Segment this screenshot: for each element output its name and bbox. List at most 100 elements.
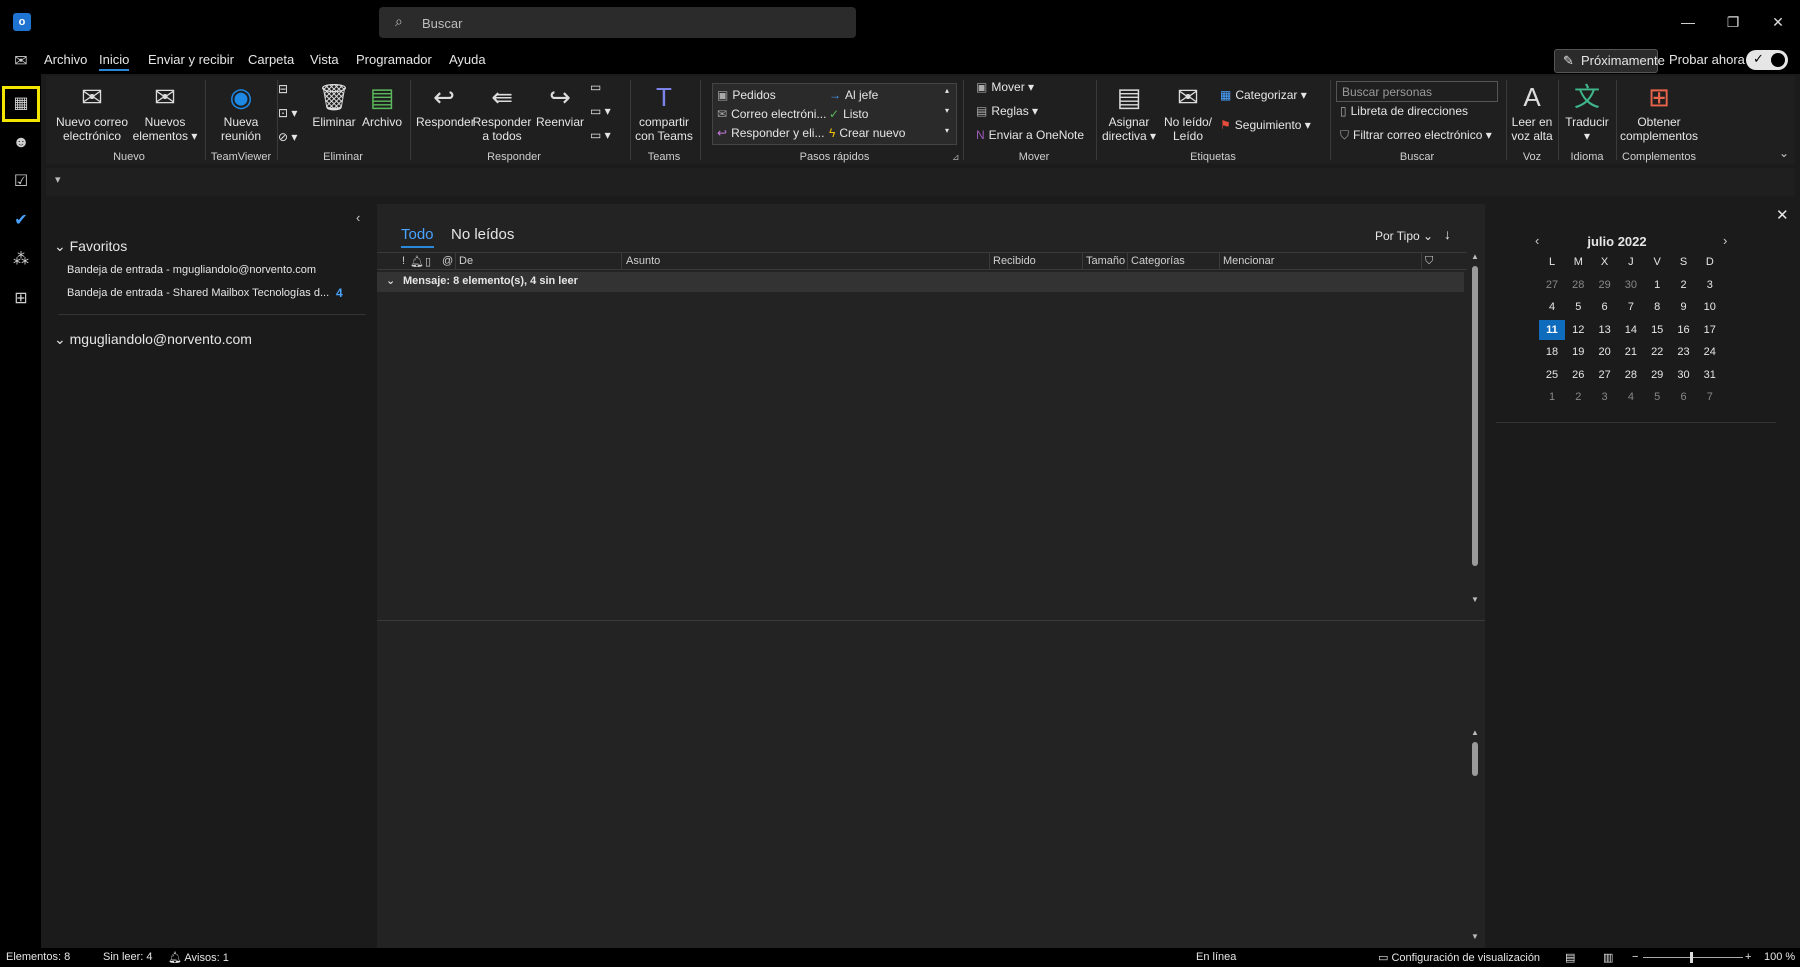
filter-email-button[interactable]: ⛉ Filtrar correo electrónico ▾ xyxy=(1340,128,1492,143)
follow-up-button[interactable]: ⚑ Seguimiento ▾ xyxy=(1220,118,1311,132)
dialog-launcher-icon[interactable]: ⊿ xyxy=(952,152,960,163)
calendar-day[interactable]: 16 xyxy=(1671,320,1697,340)
calendar-day[interactable]: 14 xyxy=(1618,320,1644,340)
calendar-day[interactable]: 20 xyxy=(1592,342,1618,362)
scroll-up-arrow[interactable]: ▲ xyxy=(1470,728,1480,737)
junk-icon[interactable]: ⊘ ▾ xyxy=(278,130,297,144)
gallery-expand[interactable]: ▾ xyxy=(945,126,949,135)
new-outlook-toggle[interactable]: ✓ xyxy=(1746,50,1788,70)
col-categories[interactable]: Categorías xyxy=(1131,255,1185,267)
apps-icon[interactable]: ⊞ xyxy=(9,287,33,311)
reading-pane-scrollbar[interactable]: ▲ ▼ xyxy=(1470,724,1480,944)
col-mention[interactable]: Mencionar xyxy=(1223,255,1274,267)
calendar-day[interactable]: 18 xyxy=(1539,342,1565,362)
favorites-header[interactable]: ⌄ Favoritos xyxy=(54,238,127,255)
search-input[interactable]: ⌕ Buscar xyxy=(379,7,856,38)
calendar-day[interactable]: 28 xyxy=(1565,275,1591,295)
quickstep-al-jefe[interactable]: → Al jefe xyxy=(829,88,878,102)
menu-vista[interactable]: Vista xyxy=(310,52,339,67)
display-settings-button[interactable]: ▭ Configuración de visualización xyxy=(1378,951,1540,964)
scroll-thumb[interactable] xyxy=(1472,266,1478,566)
calendar-day[interactable]: 3 xyxy=(1592,387,1618,407)
meeting-reply-icon[interactable]: ▭ xyxy=(590,80,601,94)
calendar-day[interactable]: 30 xyxy=(1671,365,1697,385)
col-size[interactable]: Tamaño xyxy=(1086,255,1125,267)
calendar-day[interactable]: 5 xyxy=(1644,387,1670,407)
calendar-day[interactable]: 11 xyxy=(1539,319,1565,340)
menu-programador[interactable]: Programador xyxy=(356,52,432,67)
scroll-thumb[interactable] xyxy=(1472,742,1478,776)
scroll-down-arrow[interactable]: ▼ xyxy=(1470,595,1480,604)
calendar-day[interactable]: 2 xyxy=(1565,387,1591,407)
delete-button[interactable]: 🗑 Eliminar xyxy=(310,82,358,129)
calendar-day[interactable]: 9 xyxy=(1671,297,1697,317)
reading-pane-divider[interactable] xyxy=(377,620,1485,621)
groups-icon[interactable]: ⁂ xyxy=(9,248,33,272)
normal-view-icon[interactable]: ▤ xyxy=(1565,951,1575,964)
calendar-day[interactable]: 30 xyxy=(1618,275,1644,295)
scroll-down-arrow[interactable]: ▼ xyxy=(1470,932,1480,941)
col-subject[interactable]: Asunto xyxy=(626,255,660,267)
unread-read-button[interactable]: ✉ No leído/ Leído xyxy=(1160,82,1216,143)
forward-button[interactable]: ↪ Reenviar xyxy=(532,82,588,129)
message-list-scrollbar[interactable]: ▲ ▼ xyxy=(1470,252,1480,607)
calendar-day[interactable]: 29 xyxy=(1592,275,1618,295)
calendar-day[interactable]: 27 xyxy=(1592,365,1618,385)
sort-direction-icon[interactable]: ↓ xyxy=(1444,226,1451,242)
account-header[interactable]: ⌄ mgugliandolo@norvento.com xyxy=(54,331,252,348)
archive-button[interactable]: ▤ Archivo xyxy=(358,82,406,129)
todo-icon[interactable]: ✔ xyxy=(9,209,33,233)
tab-unread[interactable]: No leídos xyxy=(451,226,514,243)
calendar-day[interactable]: 17 xyxy=(1697,320,1723,340)
calendar-day[interactable]: 24 xyxy=(1697,342,1723,362)
calendar-day[interactable]: 15 xyxy=(1644,320,1670,340)
zoom-in-icon[interactable]: + xyxy=(1745,951,1751,963)
im-reply-icon[interactable]: ▭ ▾ xyxy=(590,104,611,118)
calendar-day[interactable]: 21 xyxy=(1618,342,1644,362)
reply-all-button[interactable]: ⇚ Responder a todos xyxy=(472,82,532,143)
onenote-button[interactable]: N Enviar a OneNote xyxy=(976,128,1084,142)
doc-icon[interactable]: ▯ xyxy=(425,255,431,268)
new-meeting-button[interactable]: ◉ Nueva reunión xyxy=(206,82,276,143)
col-importance[interactable]: ! xyxy=(402,255,405,267)
quickstep-crear-nuevo[interactable]: ϟ Crear nuevo xyxy=(829,126,905,140)
calendar-day[interactable]: 19 xyxy=(1565,342,1591,362)
search-people-input[interactable]: Buscar personas xyxy=(1336,81,1498,102)
close-icon[interactable]: ✕ xyxy=(1776,206,1789,224)
calendar-day[interactable]: 12 xyxy=(1565,320,1591,340)
calendar-day[interactable]: 3 xyxy=(1697,275,1723,295)
bell-icon[interactable]: 🔔︎ xyxy=(410,255,424,268)
ignore-icon[interactable]: ⊟ xyxy=(278,82,288,96)
zoom-out-icon[interactable]: − xyxy=(1632,951,1638,963)
calendar-day[interactable]: 1 xyxy=(1539,387,1565,407)
calendar-day[interactable]: 2 xyxy=(1671,275,1697,295)
more-reply-icon[interactable]: ▭ ▾ xyxy=(590,128,611,142)
calendar-day[interactable]: 6 xyxy=(1592,297,1618,317)
col-received[interactable]: Recibido xyxy=(993,255,1036,267)
calendar-day[interactable]: 7 xyxy=(1697,387,1723,407)
calendar-icon[interactable]: ▦ xyxy=(2,86,40,122)
quickstep-correo[interactable]: ✉ Correo electróni... xyxy=(717,107,826,121)
attachment-icon[interactable]: @ xyxy=(442,255,453,267)
calendar-day[interactable]: 13 xyxy=(1592,320,1618,340)
calendar-day[interactable]: 5 xyxy=(1565,297,1591,317)
close-window-button[interactable]: ✕ xyxy=(1768,12,1788,32)
quickstep-listo[interactable]: ✓ Listo xyxy=(829,107,868,121)
zoom-slider[interactable] xyxy=(1643,957,1743,958)
zoom-slider-thumb[interactable] xyxy=(1690,952,1693,963)
next-month-icon[interactable]: › xyxy=(1723,233,1727,248)
ribbon-expand-icon[interactable]: ⌄ xyxy=(1779,146,1789,160)
status-reminders[interactable]: 🔔︎ Avisos: 1 xyxy=(168,951,229,964)
mail-icon[interactable]: ✉ xyxy=(9,50,33,74)
menu-ayuda[interactable]: Ayuda xyxy=(449,52,486,67)
get-addins-button[interactable]: ⊞ Obtener complementos xyxy=(1618,82,1700,143)
calendar-day[interactable]: 1 xyxy=(1644,275,1670,295)
calendar-day[interactable]: 6 xyxy=(1671,387,1697,407)
calendar-day[interactable]: 23 xyxy=(1671,342,1697,362)
rules-button[interactable]: ▤ Reglas ▾ xyxy=(976,104,1038,118)
group-header-row[interactable]: ⌄ Mensaje: 8 elemento(s), 4 sin leer xyxy=(377,272,1464,292)
reading-view-icon[interactable]: ▥ xyxy=(1603,951,1613,964)
folder-inbox-personal[interactable]: Bandeja de entrada - mgugliandolo@norven… xyxy=(67,264,316,276)
calendar-day[interactable]: 22 xyxy=(1644,342,1670,362)
scroll-up-arrow[interactable]: ▲ xyxy=(1470,252,1480,261)
